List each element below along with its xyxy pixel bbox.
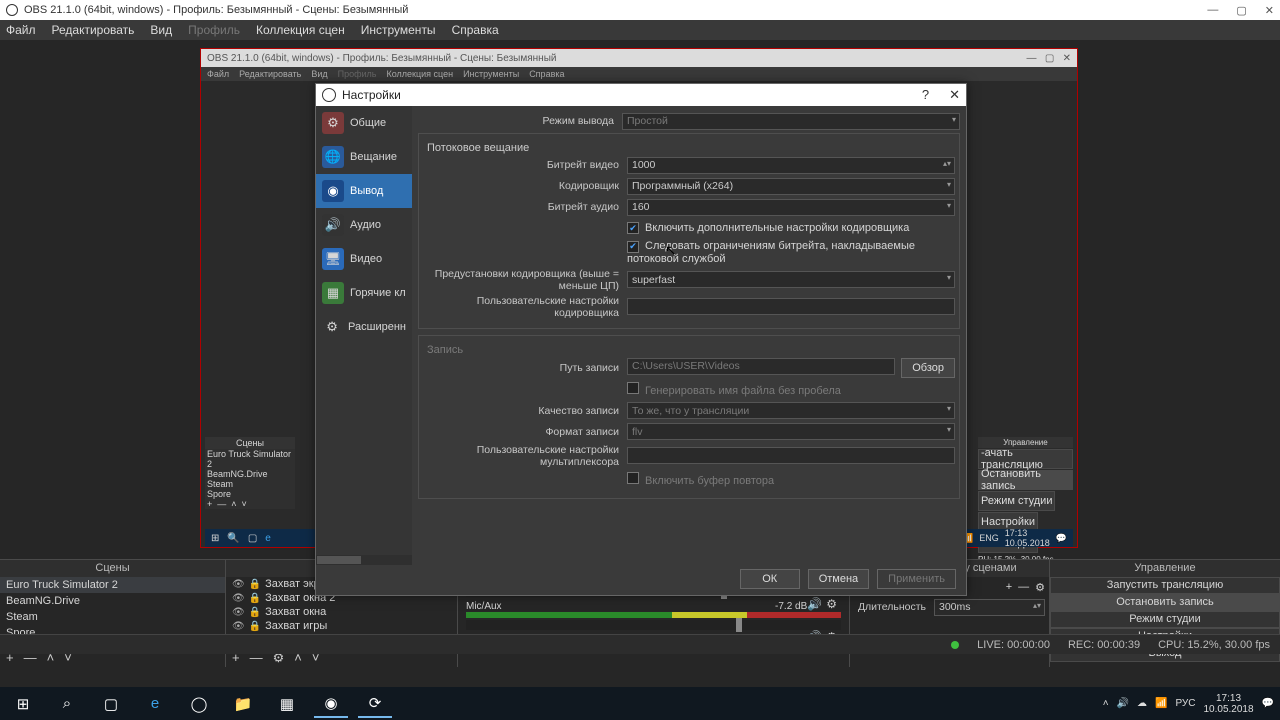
eye-icon[interactable]: 👁 [232,607,245,618]
app-icon[interactable]: ◯ [182,690,216,718]
speaker-icon[interactable]: 🔊 [1117,698,1129,709]
scene-item[interactable]: Euro Truck Simulator 2 [0,577,225,593]
clock[interactable]: 17:1310.05.2018 [1203,693,1253,715]
lock-icon[interactable]: 🔒 [249,607,261,618]
source-item[interactable]: 👁🔒Захват игры [226,619,457,633]
speaker-icon[interactable]: 🔊 [807,597,826,611]
output-mode-select: Простой▾ [622,113,960,130]
recording-format-select: flv▾ [627,423,955,440]
menu-scenecollection[interactable]: Коллекция сцен [256,23,345,37]
eye-icon[interactable]: 👁 [232,579,245,590]
window-title: OBS 21.1.0 (64bit, windows) - Профиль: Б… [24,4,408,16]
lock-icon[interactable]: 🔒 [249,621,261,632]
settings-dialog: Настройки ? ✕ ⚙Общие 🌐Вещание ◉Вывод 🔊Ау… [315,83,967,596]
maximize-icon[interactable]: ▢ [1236,4,1246,17]
close-icon[interactable]: ✕ [1265,4,1274,17]
win-start-icon: ⊞ [211,533,219,544]
onedrive-icon[interactable]: ☁ [1137,698,1147,709]
filename-nospace-checkbox [627,382,639,394]
studio-mode-button[interactable]: Режим студии [1050,611,1280,628]
help-icon[interactable]: ? [922,87,929,103]
source-item[interactable]: 👁🔒Захват окна [226,605,457,619]
obs-logo-icon [6,4,18,16]
custom-muxer-input [627,447,955,464]
nested-titlebar: OBS 21.1.0 (64bit, windows) - Профиль: Б… [201,49,1077,67]
nav-video[interactable]: 🖥Видео [316,242,412,276]
video-bitrate-input[interactable]: 1000▴▾ [627,157,955,174]
gear-icon[interactable]: ⚙ [1035,581,1045,594]
cancel-button[interactable]: Отмена [808,569,869,589]
stop-record-button[interactable]: Остановить запись [1050,594,1280,611]
apply-button: Применить [877,569,956,589]
menu-help[interactable]: Справка [452,23,499,37]
eye-icon[interactable]: 👁 [232,593,245,604]
action-center-icon[interactable]: 💬 [1262,698,1274,709]
streaming-section: Потоковое вещание [423,140,955,156]
search-icon[interactable]: ⌕ [50,690,84,718]
menubar: Файл Редактировать Вид Профиль Коллекция… [0,20,1280,40]
nav-scrollbar[interactable] [316,555,412,565]
recording-path-input: C:\Users\USER\Videos [627,358,895,375]
recording-section: Запись [423,342,955,358]
minimize-icon[interactable]: — [1207,4,1218,17]
encoder-select[interactable]: Программный (x264)▾ [627,178,955,195]
app-icon[interactable]: ▦ [270,690,304,718]
settings-nav: ⚙Общие 🌐Вещание ◉Вывод 🔊Аудио 🖥Видео ▦Го… [316,106,412,565]
replay-buffer-checkbox[interactable] [627,472,639,484]
tray-up-icon[interactable]: ˄ [1103,698,1109,709]
steam-icon[interactable]: ⟳ [358,690,392,718]
custom-encoder-input[interactable] [627,298,955,315]
nav-general[interactable]: ⚙Общие [316,106,412,140]
menu-profile[interactable]: Профиль [188,23,240,37]
dialog-titlebar: Настройки ? ✕ [316,84,966,106]
recording-quality-select: То же, что у трансляции▾ [627,402,955,419]
obs-logo-icon [322,88,336,102]
ok-button[interactable]: ОК [740,569,800,589]
rec-status: REC: 00:00:39 [1068,639,1140,651]
add-transition-button[interactable]: + [1006,581,1012,594]
menu-tools[interactable]: Инструменты [361,23,436,37]
advanced-encoder-checkbox[interactable] [627,222,639,234]
audio-bitrate-select[interactable]: 160▾ [627,199,955,216]
tray-lang[interactable]: РУС [1175,698,1195,709]
edge-icon[interactable]: e [138,690,172,718]
statusbar: LIVE: 00:00:00 REC: 00:00:39 CPU: 15.2%,… [0,634,1280,654]
menu-view[interactable]: Вид [150,23,172,37]
cpu-status: CPU: 15.2%, 30.00 fps [1158,639,1270,651]
lock-icon[interactable]: 🔒 [249,593,261,604]
menu-edit[interactable]: Редактировать [52,23,135,37]
gear-icon[interactable]: ⚙ [826,597,841,611]
start-stream-button[interactable]: Запустить трансляцию [1050,577,1280,594]
enforce-bitrate-checkbox[interactable] [627,241,639,253]
window-titlebar: OBS 21.1.0 (64bit, windows) - Профиль: Б… [0,0,1280,20]
close-icon[interactable]: ✕ [949,87,960,103]
scene-item[interactable]: BeamNG.Drive [0,593,225,609]
settings-content: Режим вывода Простой▾ Потоковое вещание … [412,106,966,565]
nav-audio[interactable]: 🔊Аудио [316,208,412,242]
obs-taskbar-icon[interactable]: ◉ [314,690,348,718]
dialog-title: Настройки [342,88,401,102]
encoder-preset-select[interactable]: superfast▾ [627,271,955,288]
nav-hotkeys[interactable]: ▦Горячие кл [316,276,412,310]
start-button[interactable]: ⊞ [6,690,40,718]
eye-icon[interactable]: 👁 [232,621,245,632]
windows-taskbar: ⊞ ⌕ ▢ e ◯ 📁 ▦ ◉ ⟳ ˄ 🔊 ☁ 📶 РУС 17:1310.05… [0,687,1280,720]
wifi-icon[interactable]: 📶 [1155,698,1167,709]
nav-output[interactable]: ◉Вывод [316,174,412,208]
duration-input[interactable]: 300ms▴▾ [934,599,1045,616]
live-status: LIVE: 00:00:00 [977,639,1050,651]
browse-button[interactable]: Обзор [901,358,955,378]
lock-icon[interactable]: 🔒 [249,579,261,590]
scene-item[interactable]: Steam [0,609,225,625]
task-view-icon[interactable]: ▢ [94,690,128,718]
nav-advanced[interactable]: ⚙Расширенн [316,310,412,344]
menu-file[interactable]: Файл [6,23,36,37]
nav-stream[interactable]: 🌐Вещание [316,140,412,174]
explorer-icon[interactable]: 📁 [226,690,260,718]
